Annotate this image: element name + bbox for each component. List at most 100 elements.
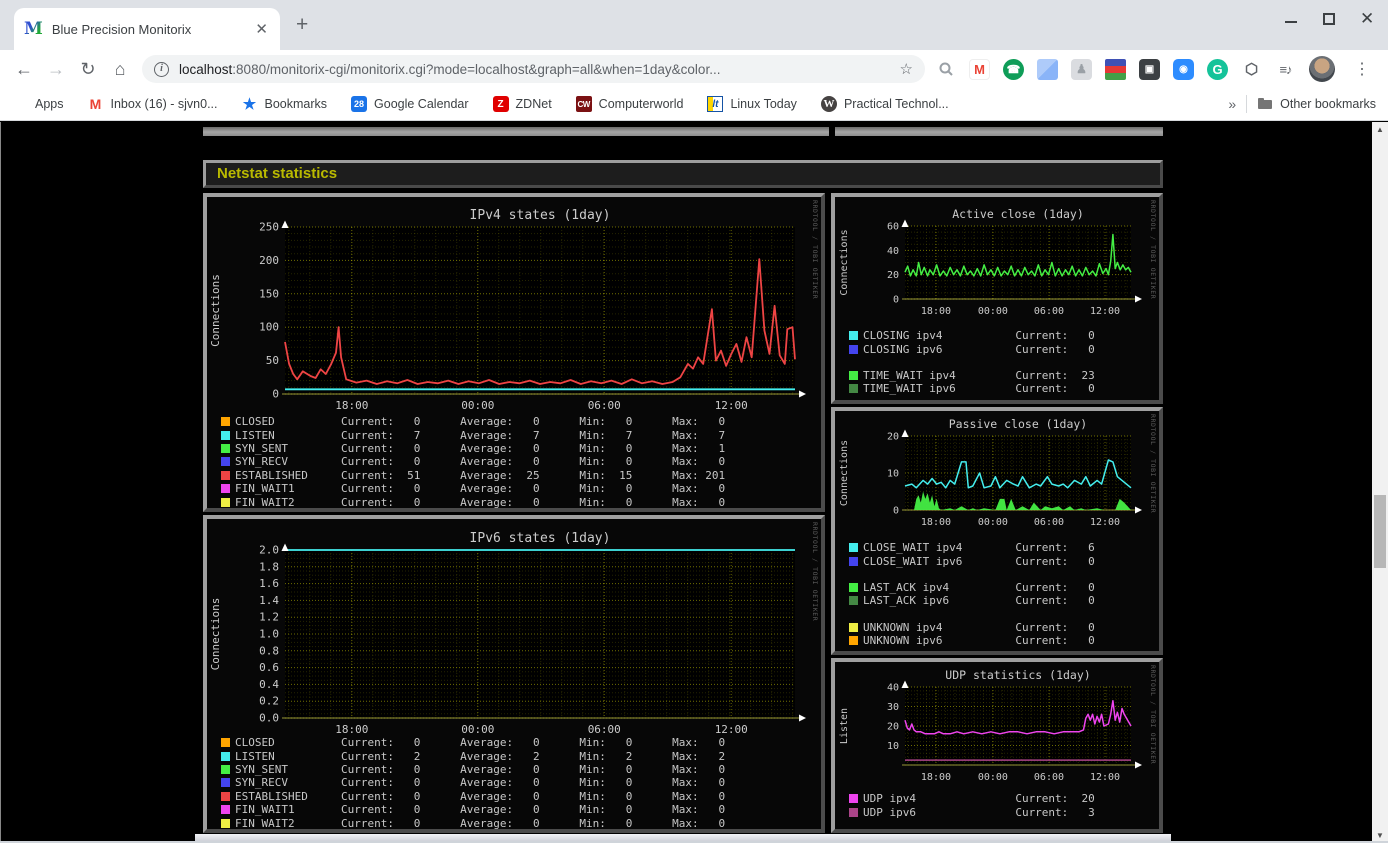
bookmark-label: Bookmarks xyxy=(264,97,328,111)
window-maximize-button[interactable] xyxy=(1322,12,1336,26)
tab-close-icon[interactable]: ✕ xyxy=(253,20,270,38)
legend-row-time-wait-ipv6: TIME_WAIT ipv6 Current: 0 xyxy=(849,382,1159,395)
udp-statistics-chart: 10 20 30 40 18:00 00:00 06:00 12:00 UDP statisti… xyxy=(839,668,1142,783)
new-tab-button[interactable]: + xyxy=(296,13,308,37)
legend-row-fin-wait2: FIN_WAIT2 Current: 0 Average: 0 Min: 0 M… xyxy=(221,816,821,829)
camera-extension-icon[interactable]: ◉ xyxy=(1173,58,1194,80)
svg-text:12:00: 12:00 xyxy=(1090,306,1120,317)
home-button[interactable]: ⌂ xyxy=(104,59,136,80)
svg-text:18:00: 18:00 xyxy=(335,399,368,412)
cw-icon: CW xyxy=(575,96,592,112)
svg-text:50: 50 xyxy=(266,354,279,367)
bookmark-item-zdnet[interactable]: Z ZDNet xyxy=(492,96,552,112)
svg-text:12:00: 12:00 xyxy=(715,399,748,412)
grammarly-extension-icon[interactable]: G xyxy=(1207,58,1228,80)
bookmark-star-icon[interactable]: ☆ xyxy=(900,60,913,78)
bookmark-item-computerworld[interactable]: CW Computerworld xyxy=(575,96,684,112)
svg-text:00:00: 00:00 xyxy=(461,723,494,736)
reload-button[interactable]: ↻ xyxy=(72,59,104,80)
bookmarks-overflow-icon[interactable]: » xyxy=(1228,96,1236,112)
legend-text: LISTEN Current: 2 Average: 2 Min: 2 Max:… xyxy=(235,749,726,763)
legend-color-swatch xyxy=(221,805,230,815)
legend-row-closing-ipv4: CLOSING ipv4 Current: 0 xyxy=(849,329,1159,342)
legend-color-swatch xyxy=(849,636,858,646)
browser-tab[interactable]: M Blue Precision Monitorix ✕ xyxy=(14,8,280,50)
playlist-extension-icon[interactable]: ≡♪ xyxy=(1275,59,1296,80)
browser-menu-icon[interactable]: ⋮ xyxy=(1348,59,1376,79)
profile-avatar[interactable] xyxy=(1309,56,1335,82)
legend-row-close-wait-ipv6: CLOSE_WAIT ipv6 Current: 0 xyxy=(849,554,1159,568)
legend-text: TIME_WAIT ipv6 Current: 0 xyxy=(863,382,1095,396)
bookmark-item-bookmarks[interactable]: ★ Bookmarks xyxy=(242,96,328,113)
bookmark-item-linux-today[interactable]: lt Linux Today xyxy=(707,96,797,112)
svg-text:18:00: 18:00 xyxy=(921,772,951,783)
legend-color-swatch xyxy=(221,738,230,748)
url-text[interactable]: localhost:8080/monitorix-cgi/monitorix.c… xyxy=(179,62,720,77)
svg-text:20: 20 xyxy=(887,432,899,443)
svg-text:0.4: 0.4 xyxy=(259,678,279,691)
legend-color-swatch xyxy=(221,764,230,774)
scrollbar-thumb[interactable] xyxy=(1374,495,1386,568)
chart-title: IPv6 states (1day) xyxy=(470,531,611,546)
legend-color-swatch xyxy=(221,751,230,761)
extensions-puzzle-icon[interactable]: ⬡ xyxy=(1241,59,1262,80)
legend-color-swatch xyxy=(849,556,858,566)
svg-text:0.8: 0.8 xyxy=(259,644,279,657)
legend-row-close-wait-ipv4: CLOSE_WAIT ipv4 Current: 6 xyxy=(849,541,1159,554)
svg-text:60: 60 xyxy=(887,222,899,233)
other-bookmarks-button[interactable]: Other bookmarks xyxy=(1257,96,1376,112)
chart-title: Passive close (1day) xyxy=(949,417,1087,431)
bookmark-item-google-calendar[interactable]: 28 Google Calendar xyxy=(351,96,469,112)
bookmark-label: Practical Technol... xyxy=(843,97,949,111)
legend-row-udp-ipv6: UDP ipv6 Current: 3 xyxy=(849,805,1159,819)
active-close-chart: 0 20 40 60 18:00 00:00 06:00 12:00 Active close … xyxy=(839,207,1142,317)
legend-text: ESTABLISHED Current: 51 Average: 25 Min:… xyxy=(235,468,726,482)
chart-title: IPv4 states (1day) xyxy=(470,208,611,223)
gmail-extension-icon[interactable]: M xyxy=(969,58,990,80)
svg-text:40: 40 xyxy=(887,246,899,257)
bookmark-item-inbox-16-sjvn0[interactable]: M Inbox (16) - sjvn0... xyxy=(88,96,218,112)
svg-text:150: 150 xyxy=(259,287,279,300)
svg-text:10: 10 xyxy=(887,741,899,752)
legend-color-swatch xyxy=(849,331,858,341)
chart-y-axis-label: Connections xyxy=(839,229,850,295)
bookmark-item-apps[interactable]: Apps xyxy=(12,96,64,112)
other-bookmarks-label: Other bookmarks xyxy=(1280,97,1376,111)
legend-color-swatch xyxy=(849,622,858,632)
chart-y-axis-label: Connections xyxy=(839,440,850,506)
legend-row-listen: LISTEN Current: 2 Average: 2 Min: 2 Max:… xyxy=(221,749,821,763)
window-minimize-button[interactable] xyxy=(1284,12,1298,26)
legend-text: ESTABLISHED Current: 0 Average: 0 Min: 0… xyxy=(235,789,726,803)
url-bar[interactable]: i localhost:8080/monitorix-cgi/monitorix… xyxy=(142,55,925,83)
ipv6-legend: CLOSED Current: 0 Average: 0 Min: 0 Max:… xyxy=(207,736,821,829)
site-info-icon[interactable]: i xyxy=(154,61,169,77)
window-close-button[interactable]: ✕ xyxy=(1360,10,1374,27)
chart-y-axis-label: Listen xyxy=(839,708,850,744)
legend-text: CLOSING ipv6 Current: 0 xyxy=(863,342,1095,356)
legend-color-swatch xyxy=(221,818,230,828)
apps-grid-icon xyxy=(12,96,28,112)
bookmark-item-practical-technol[interactable]: W Practical Technol... xyxy=(820,96,949,112)
forward-button[interactable]: → xyxy=(40,59,72,80)
rrdtool-watermark: RRDTOOL / TOBI OETIKER xyxy=(1149,200,1157,300)
svg-text:250: 250 xyxy=(259,221,279,234)
copy-pages-extension-icon[interactable] xyxy=(1037,58,1058,80)
legend-color-swatch xyxy=(221,778,230,788)
legend-color-swatch xyxy=(221,430,230,440)
books-extension-icon[interactable] xyxy=(1105,58,1126,80)
legend-row-time-wait-ipv4: TIME_WAIT ipv4 Current: 23 xyxy=(849,369,1159,382)
back-button[interactable]: ← xyxy=(8,59,40,80)
svg-text:0.6: 0.6 xyxy=(259,661,279,674)
legend-text: SYN_SENT Current: 0 Average: 0 Min: 0 Ma… xyxy=(235,762,726,776)
bookmark-label: Computerworld xyxy=(598,97,684,111)
scrollbar-up-arrow[interactable]: ▲ xyxy=(1372,122,1388,137)
legend-text: FIN_WAIT1 Current: 0 Average: 0 Min: 0 M… xyxy=(235,482,726,496)
grey-extension-icon[interactable]: ♟ xyxy=(1071,58,1092,80)
ipv4-states-chart: 0 50 100 150 200 250 18:00 00:00 06:00 12:00 IPv4 … xyxy=(209,208,806,412)
search-extension-icon[interactable] xyxy=(935,59,956,80)
passive-close-chart: 0 10 20 18:00 00:00 06:00 12:00 Passive close (… xyxy=(839,417,1142,528)
dark-extension-icon[interactable]: ▣ xyxy=(1139,58,1160,80)
lt-icon: lt xyxy=(707,96,724,112)
hangouts-extension-icon[interactable]: ☎ xyxy=(1003,58,1024,80)
page-scrollbar[interactable]: ▲ ▼ xyxy=(1372,122,1388,843)
